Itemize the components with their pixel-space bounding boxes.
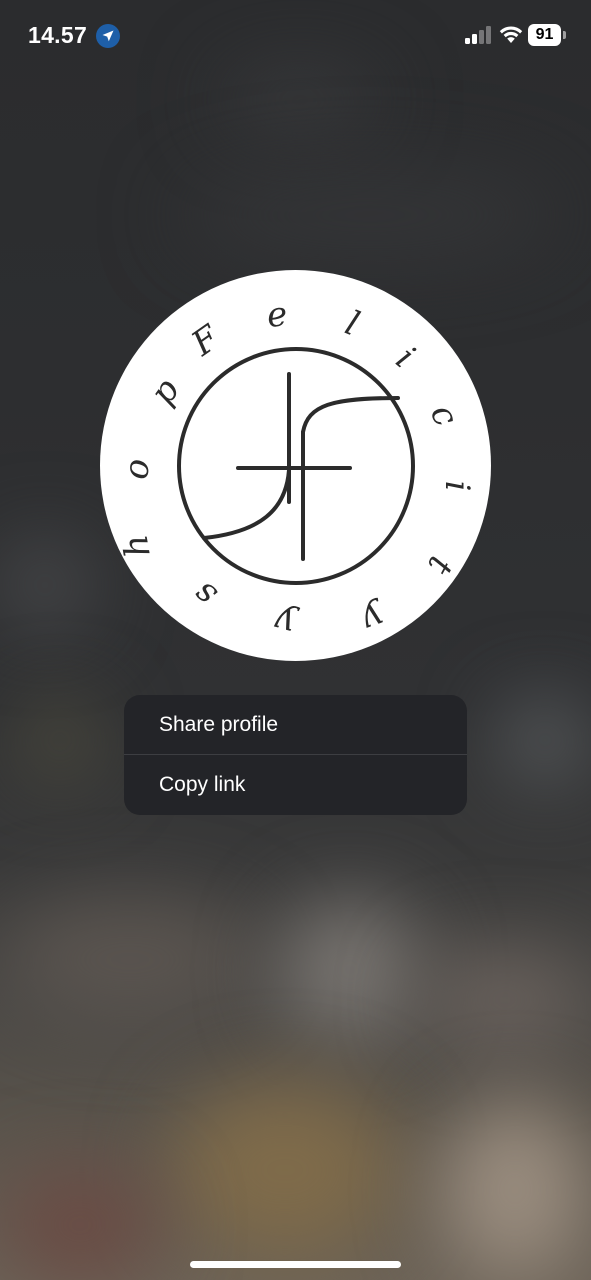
profile-context-menu: Share profile Copy link (124, 695, 467, 815)
svg-text:h: h (116, 532, 159, 561)
svg-text:t: t (419, 550, 461, 581)
svg-text:e: e (265, 294, 289, 336)
background-blur (20, 700, 100, 780)
svg-text:s: s (185, 573, 224, 615)
battery-tip (563, 31, 566, 39)
background-blur (280, 900, 420, 1040)
background-blur (500, 700, 590, 780)
background-blur (0, 1170, 160, 1280)
profile-avatar-large: h o p F e l i c i t y y s (100, 270, 491, 661)
background-blur (440, 1100, 590, 1280)
background-blur (0, 900, 260, 1020)
battery-level: 91 (528, 24, 561, 46)
battery-icon: 91 (528, 24, 568, 46)
svg-text:y: y (270, 601, 302, 645)
svg-text:F: F (184, 317, 228, 365)
background-blur (170, 1080, 400, 1260)
status-time: 14.57 (28, 22, 88, 48)
cellular-signal-icon (465, 26, 491, 44)
monogram-stroke (301, 396, 400, 434)
svg-text:l: l (340, 303, 365, 344)
background-blur (420, 950, 590, 1050)
monogram-stroke (202, 468, 291, 540)
felicity-shop-logo: h o p F e l i c i t y y s (116, 294, 477, 645)
wifi-icon (499, 26, 523, 43)
background-blur (180, 170, 560, 260)
profile-picture-preview-screen: 14.57 91 h o p F e l i c i t y y s Share… (0, 0, 591, 1280)
copy-link-menu-item[interactable]: Copy link (124, 755, 467, 814)
home-indicator[interactable] (190, 1261, 401, 1268)
location-arrow-icon (96, 24, 120, 48)
svg-text:c: c (422, 398, 466, 432)
background-blur (0, 540, 90, 630)
share-profile-menu-item[interactable]: Share profile (124, 695, 467, 754)
svg-text:i: i (388, 339, 422, 377)
svg-text:p: p (142, 371, 187, 412)
background-blur (220, 70, 380, 130)
svg-text:i: i (437, 481, 477, 492)
svg-text:y: y (357, 596, 391, 641)
status-bar: 14.57 91 (0, 0, 591, 72)
svg-text:o: o (116, 457, 158, 481)
